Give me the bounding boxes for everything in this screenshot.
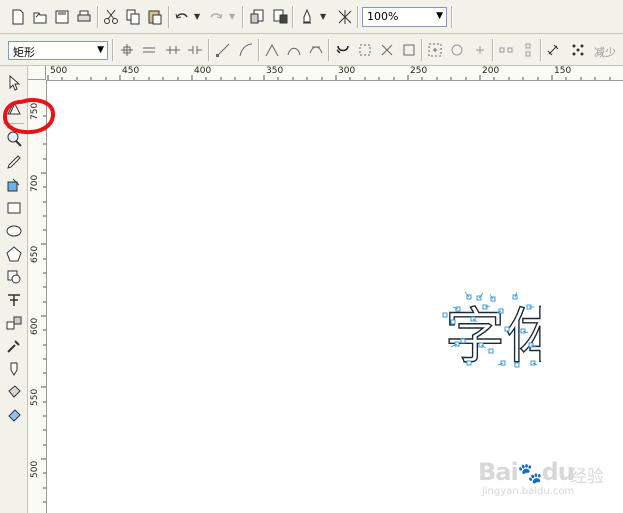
ruler-label: 550 [30, 388, 40, 406]
polygon-tool-icon[interactable] [3, 243, 25, 264]
paste-icon[interactable] [145, 7, 165, 27]
redo-icon[interactable] [206, 7, 226, 27]
chevron-down-icon: ▼ [436, 11, 443, 21]
separator [540, 39, 542, 61]
delete-node-icon[interactable] [139, 40, 159, 60]
close-curve-icon[interactable] [543, 40, 563, 60]
select-all-nodes-icon[interactable] [568, 40, 588, 60]
ruler-label: 250 [410, 66, 428, 76]
ruler-label: 400 [194, 66, 212, 76]
separator [168, 6, 170, 28]
print-icon[interactable] [74, 7, 94, 27]
vertical-ruler[interactable]: 750 700 650 600 550 500 [28, 80, 47, 513]
traced-text-object[interactable]: 字体 [441, 287, 541, 369]
smart-fill-tool-icon[interactable] [3, 174, 25, 195]
separator [328, 39, 330, 61]
ruler-label: 700 [30, 174, 40, 192]
ellipse-tool-icon[interactable] [3, 220, 25, 241]
separator [208, 39, 210, 61]
cusp-node-icon[interactable] [262, 40, 282, 60]
ruler-label: 450 [122, 66, 140, 76]
watermark-url: jingyan.baidu.com [482, 486, 575, 497]
align-nodes-icon[interactable] [447, 40, 467, 60]
launcher-dropdown-icon[interactable]: ▼ [320, 12, 326, 21]
traced-text-glyphs: 字体 [445, 302, 541, 369]
ruler-label: 500 [50, 66, 68, 76]
horizontal-ruler[interactable]: 500 450 400 350 300 250 200 150 [46, 66, 623, 81]
outline-tool-icon[interactable] [3, 358, 25, 379]
watermark-brand: Bai🐾du [478, 458, 575, 486]
mirror-horizontal-icon[interactable] [496, 40, 516, 60]
ruler-label: 500 [30, 460, 40, 478]
separator [292, 6, 294, 28]
separator [421, 39, 423, 61]
pick-tool-icon[interactable] [3, 72, 25, 93]
smooth-node-icon[interactable] [284, 40, 304, 60]
stretch-nodes-icon[interactable] [399, 40, 419, 60]
separator [492, 39, 494, 61]
extend-curve-icon[interactable] [355, 40, 375, 60]
fill-tool-icon[interactable] [3, 381, 25, 402]
to-curve-icon[interactable] [236, 40, 256, 60]
open-icon[interactable] [30, 7, 50, 27]
ruler-label: 350 [266, 66, 284, 76]
basic-shapes-tool-icon[interactable] [3, 266, 25, 287]
ruler-label: 600 [30, 317, 40, 335]
import-icon[interactable] [247, 7, 267, 27]
add-node-icon[interactable] [117, 40, 137, 60]
rectangle-tool-icon[interactable] [3, 197, 25, 218]
ruler-label: 200 [482, 66, 500, 76]
ruler-label: 300 [338, 66, 356, 76]
mirror-vertical-icon[interactable] [518, 40, 538, 60]
join-nodes-icon[interactable] [163, 40, 183, 60]
zoom-level-select[interactable]: 100% ▼ [362, 7, 447, 27]
ruler-origin[interactable] [28, 66, 46, 80]
undo-dropdown-icon[interactable]: ▼ [194, 12, 200, 21]
interactive-fill-tool-icon[interactable] [3, 404, 25, 425]
export-icon[interactable] [270, 7, 290, 27]
zoom-level-value: 100% [367, 10, 399, 23]
reverse-direction-icon[interactable] [333, 40, 353, 60]
separator [112, 39, 114, 61]
elastic-mode-icon[interactable] [470, 40, 490, 60]
highlight-circle-annotation [2, 98, 55, 135]
to-line-icon[interactable] [213, 40, 233, 60]
ruler-label: 650 [30, 245, 40, 263]
chevron-down-icon: ▼ [97, 45, 104, 55]
baidu-watermark: Bai🐾du 经验 jingyan.baidu.com [478, 458, 618, 498]
interactive-blend-tool-icon[interactable] [3, 312, 25, 333]
separator [97, 6, 99, 28]
freehand-tool-icon[interactable] [3, 151, 25, 172]
new-icon[interactable] [8, 7, 28, 27]
redo-dropdown-icon[interactable]: ▼ [229, 12, 235, 21]
extract-subpath-icon[interactable] [377, 40, 397, 60]
copy-icon[interactable] [123, 7, 143, 27]
ruler-label: 150 [554, 66, 572, 76]
cut-icon[interactable] [101, 7, 121, 27]
watermark-cn: 经验 [570, 467, 604, 487]
shape-type-select[interactable]: 矩形 ▼ [8, 41, 108, 60]
separator [258, 39, 260, 61]
separator [242, 6, 244, 28]
standard-toolbar: ▼ ▼ ▼ 100% ▼ [0, 0, 623, 34]
separator [451, 6, 453, 28]
eyedropper-tool-icon[interactable] [3, 335, 25, 356]
separator [357, 6, 359, 28]
symmetric-node-icon[interactable] [306, 40, 326, 60]
text-tool-icon[interactable] [3, 289, 25, 310]
save-icon[interactable] [52, 7, 72, 27]
snap-icon[interactable] [335, 7, 355, 27]
rotate-nodes-icon[interactable] [425, 40, 445, 60]
break-curve-icon[interactable] [185, 40, 205, 60]
shape-type-value: 矩形 [13, 46, 35, 59]
reduce-nodes-label[interactable]: 减少 [594, 44, 616, 60]
property-bar: 矩形 ▼ 减少 [0, 34, 623, 66]
launcher-icon[interactable] [297, 7, 317, 27]
undo-icon[interactable] [172, 7, 192, 27]
